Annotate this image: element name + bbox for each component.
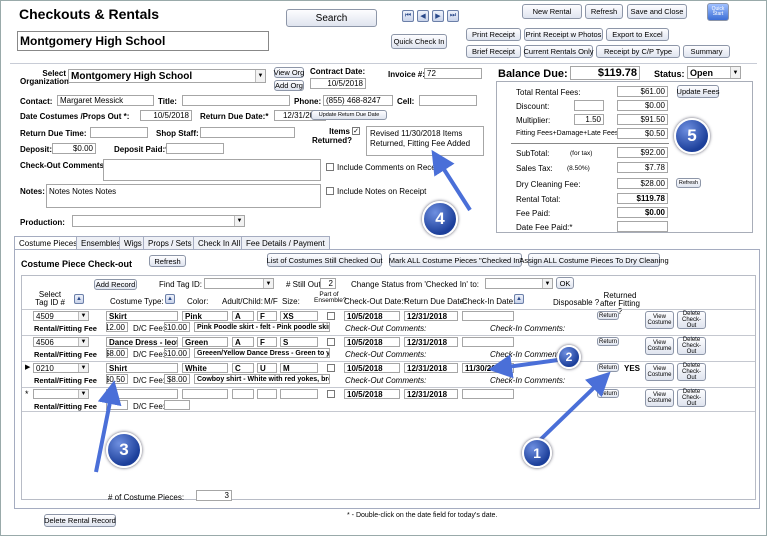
arrow-1 xyxy=(538,371,611,442)
callout-badge-2: 2 xyxy=(557,345,581,369)
callout-badge-3: 3 xyxy=(106,432,142,468)
callout-badge-1: 1 xyxy=(522,438,552,468)
arrow-2 xyxy=(488,354,559,379)
callout-badge-5: 5 xyxy=(674,118,710,154)
callout-badge-4: 4 xyxy=(422,201,458,237)
